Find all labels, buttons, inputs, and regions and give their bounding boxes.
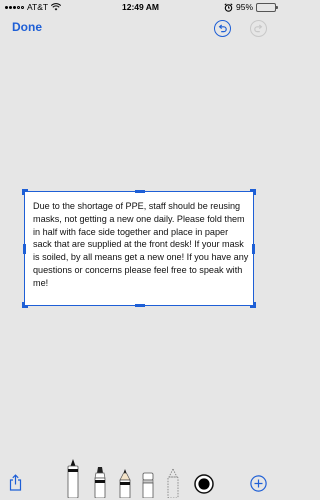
marker-tool[interactable] (93, 466, 107, 498)
lasso-tool[interactable] (165, 468, 181, 498)
resize-handle-top-left[interactable] (22, 189, 28, 195)
screen: AT&T 12:49 AM 95% Done Due to the shorta… (0, 0, 281, 500)
text-box[interactable]: Due to the shortage of PPE, staff should… (22, 189, 256, 308)
color-picker-icon (194, 474, 214, 494)
color-picker[interactable] (194, 474, 214, 494)
redo-icon (254, 24, 263, 33)
add-icon (250, 475, 267, 492)
status-bar: AT&T 12:49 AM 95% (0, 0, 281, 14)
undo-icon (218, 24, 227, 33)
battery-percent: 95% (235, 2, 253, 12)
redo-button[interactable] (250, 20, 267, 37)
undo-button[interactable] (214, 20, 231, 37)
pencil-tool-icon (119, 469, 131, 498)
status-right: 95% (224, 2, 278, 12)
resize-handle-top[interactable] (135, 190, 145, 193)
add-button[interactable] (250, 475, 267, 492)
resize-handle-right[interactable] (252, 244, 255, 254)
alarm-icon (224, 2, 233, 12)
marker-tool-icon (94, 467, 106, 498)
done-button[interactable]: Done (12, 20, 42, 34)
pencil-tool[interactable] (118, 468, 132, 498)
eraser-tool[interactable] (141, 472, 155, 498)
resize-handle-bottom-right[interactable] (250, 302, 256, 308)
battery-icon (256, 2, 278, 12)
share-button[interactable] (9, 474, 22, 491)
eraser-tool-icon (142, 472, 154, 498)
resize-handle-top-right[interactable] (250, 189, 256, 195)
pen-tool-icon (67, 459, 79, 498)
text-box-content[interactable]: Due to the shortage of PPE, staff should… (33, 200, 249, 290)
resize-handle-left[interactable] (23, 244, 26, 254)
share-icon (9, 474, 22, 491)
lasso-tool-icon (167, 468, 179, 498)
markup-toolbar (0, 454, 281, 500)
pen-tool[interactable] (66, 458, 80, 498)
resize-handle-bottom[interactable] (135, 304, 145, 307)
resize-handle-bottom-left[interactable] (22, 302, 28, 308)
